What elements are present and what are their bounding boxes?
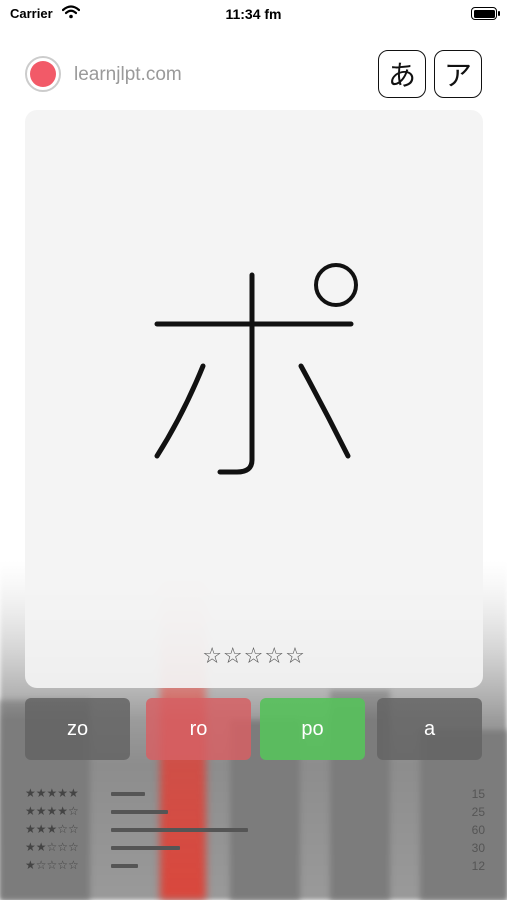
stat-bar <box>111 828 248 832</box>
stat-count: 60 <box>471 823 485 837</box>
stat-stars: ★★★☆☆ <box>25 822 79 836</box>
rating-stats: ★★★★★ 15 ★★★★☆ 25 ★★★☆☆ 60 ★★☆☆☆ 30 ★☆☆☆… <box>25 786 485 876</box>
stat-stars: ★★☆☆☆ <box>25 840 79 854</box>
stat-row-2: ★★☆☆☆ 30 <box>25 840 485 858</box>
stat-bar <box>111 792 145 796</box>
stat-count: 25 <box>471 805 485 819</box>
stat-stars: ★★★★☆ <box>25 804 79 818</box>
stat-bar <box>111 810 168 814</box>
stat-bar <box>111 846 180 850</box>
stat-row-3: ★★★☆☆ 60 <box>25 822 485 840</box>
stat-count: 15 <box>471 787 485 801</box>
flashcard[interactable]: ☆☆☆☆☆ <box>25 110 483 688</box>
stat-count: 30 <box>471 841 485 855</box>
stat-row-5: ★★★★★ 15 <box>25 786 485 804</box>
answer-button-po[interactable]: po <box>260 698 365 760</box>
stat-count: 12 <box>471 859 485 873</box>
record-button[interactable] <box>25 56 61 92</box>
clock: 11:34 fm <box>225 6 282 22</box>
stat-stars: ★☆☆☆☆ <box>25 858 79 872</box>
flashcard-character <box>25 110 483 630</box>
answer-button-zo[interactable]: zo <box>25 698 130 760</box>
hiragana-toggle-button[interactable]: あ <box>378 50 426 98</box>
katakana-toggle-button[interactable]: ア <box>434 50 482 98</box>
header: learnjlpt.com あ ア <box>0 44 507 104</box>
answer-buttons: zo ro po a <box>25 698 483 760</box>
battery-icon <box>471 7 500 20</box>
status-bar: Carrier 11:34 fm <box>0 0 507 28</box>
stat-bar <box>111 864 138 868</box>
site-link[interactable]: learnjlpt.com <box>74 64 182 86</box>
stat-stars: ★★★★★ <box>25 786 79 800</box>
stat-row-1: ★☆☆☆☆ 12 <box>25 858 485 876</box>
answer-button-ro[interactable]: ro <box>146 698 251 760</box>
answer-button-a[interactable]: a <box>377 698 482 760</box>
record-icon <box>30 61 56 87</box>
stat-row-4: ★★★★☆ 25 <box>25 804 485 822</box>
card-rating-stars[interactable]: ☆☆☆☆☆ <box>25 644 483 669</box>
